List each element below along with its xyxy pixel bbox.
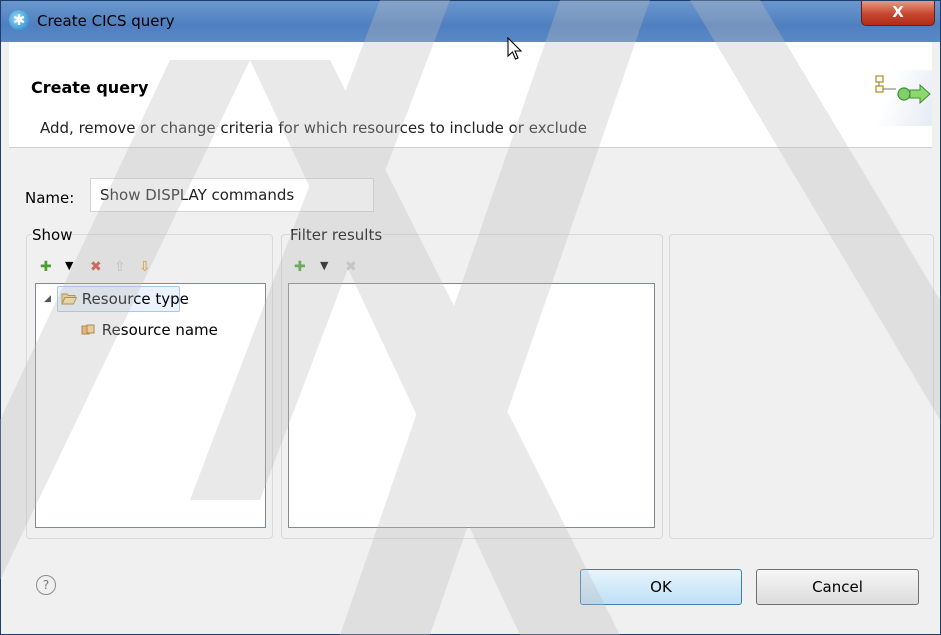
show-tree[interactable] [35, 283, 266, 528]
cancel-button[interactable]: Cancel [756, 569, 919, 605]
wizard-header: Create query Add, remove or change crite… [9, 42, 932, 148]
page-title: Create query [31, 78, 149, 97]
delete-icon[interactable]: ✖ [90, 260, 102, 274]
add-icon[interactable]: ✚ [40, 260, 52, 274]
dialog-window: ✱ Create CICS query X Create query Add, … [0, 0, 941, 635]
dropdown-arrow-icon[interactable]: ▼ [65, 259, 73, 273]
tree-item-resource-name[interactable]: Resource name [81, 321, 218, 339]
cics-app-icon: ✱ [9, 10, 29, 30]
help-icon[interactable]: ? [36, 575, 56, 595]
name-input[interactable] [90, 178, 374, 212]
name-label: Name: [25, 189, 75, 207]
title-bar[interactable]: ✱ Create CICS query X [1, 1, 940, 42]
move-up-icon[interactable]: ⇧ [114, 260, 126, 274]
query-wizard-icon [864, 70, 932, 126]
close-button[interactable]: X [861, 1, 935, 26]
move-down-icon[interactable]: ⇩ [139, 260, 151, 274]
folder-open-icon [61, 293, 78, 305]
add-filter-icon[interactable]: ✚ [294, 260, 306, 274]
delete-filter-icon[interactable]: ✖ [345, 260, 357, 274]
window-title: Create CICS query [37, 12, 175, 30]
tree-item-resource-type[interactable]: Resource type [61, 290, 189, 308]
show-group-label: Show [32, 226, 73, 244]
mouse-cursor-icon [507, 37, 523, 60]
page-description: Add, remove or change criteria for which… [40, 119, 587, 137]
dropdown-arrow-icon[interactable]: ▼ [320, 259, 328, 273]
ok-button[interactable]: OK [580, 569, 742, 605]
expand-toggle-icon[interactable]: ◢ [44, 294, 51, 304]
close-icon: X [892, 3, 904, 21]
filter-results-list[interactable] [288, 283, 655, 528]
tree-item-label: Resource type [81, 290, 189, 308]
resource-icon [81, 324, 95, 335]
details-panel [669, 234, 934, 539]
filter-results-label: Filter results [290, 226, 383, 244]
tree-item-label: Resource name [101, 321, 218, 339]
